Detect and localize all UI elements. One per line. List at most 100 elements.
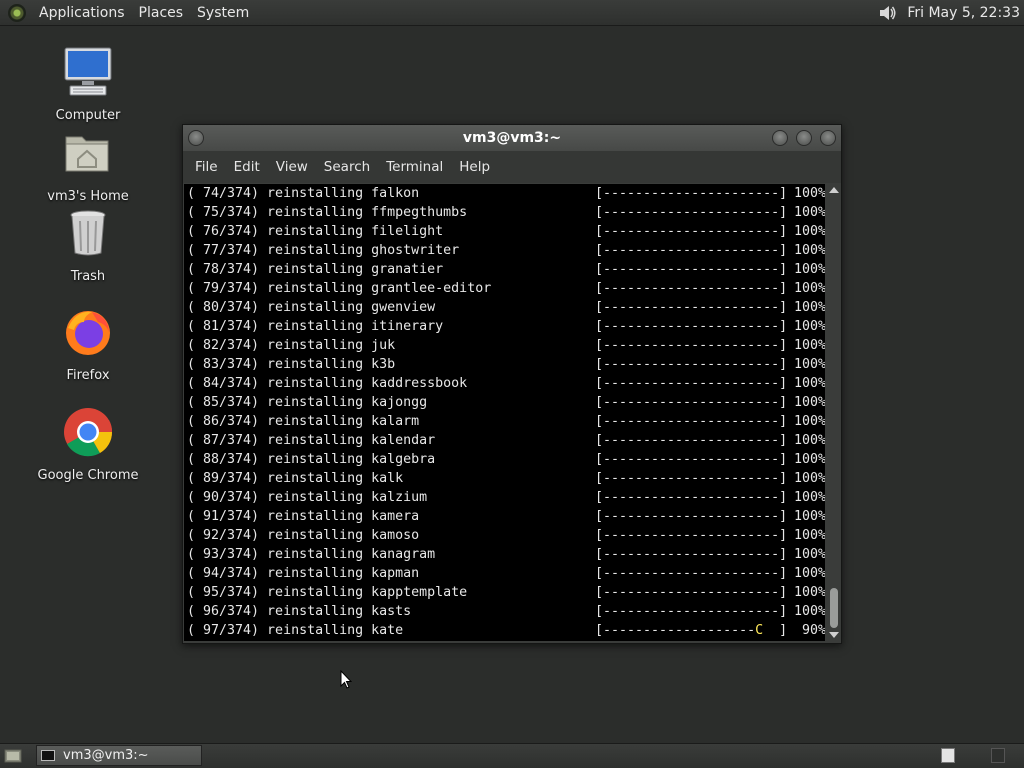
progress-bar-text: [----------------------]: [595, 338, 788, 353]
progress-bar-text: [----------------------]: [595, 357, 788, 372]
progress-bar-text: [----------------------]: [595, 490, 788, 505]
desktop-icon-chrome[interactable]: Google Chrome: [33, 406, 143, 483]
terminal-line: ( 78/374) reinstalling granatier [-------…: [184, 260, 825, 279]
terminal-line: ( 90/374) reinstalling kalzium [---------…: [184, 488, 825, 507]
progress-bar-text: [----------------------]: [595, 528, 788, 543]
menu-edit[interactable]: Edit: [226, 159, 268, 175]
menu-help[interactable]: Help: [451, 159, 498, 175]
progress-percent: 100%: [793, 433, 825, 448]
menu-terminal[interactable]: Terminal: [378, 159, 451, 175]
terminal-line: ( 94/374) reinstalling kapman [----------…: [184, 564, 825, 583]
clock[interactable]: Fri May 5, 22:33: [907, 5, 1020, 21]
speaker-icon[interactable]: [877, 3, 897, 23]
terminal-line-text: ( 90/374) reinstalling kalzium: [187, 490, 428, 505]
show-desktop-icon[interactable]: [4, 748, 22, 764]
progress-percent: 90%: [801, 623, 825, 638]
progress-percent: 100%: [793, 414, 825, 429]
terminal-line: ( 75/374) reinstalling ffmpegthumbs [----…: [184, 203, 825, 222]
terminal-menubar: File Edit View Search Terminal Help: [183, 151, 841, 183]
progress-bar-text: [----------------------]: [595, 566, 788, 581]
progress-bar-text: [----------------------]: [595, 547, 788, 562]
maximize-button[interactable]: [796, 130, 812, 146]
progress-percent: 100%: [793, 490, 825, 505]
terminal-line-text: ( 84/374) reinstalling kaddressbook: [187, 376, 468, 391]
progress-percent: 100%: [793, 471, 825, 486]
terminal-line: ( 95/374) reinstalling kapptemplate [----…: [184, 583, 825, 602]
scroll-up-arrow-icon[interactable]: [829, 187, 839, 193]
terminal-scrollbar[interactable]: [827, 184, 841, 641]
scroll-down-arrow-icon[interactable]: [829, 632, 839, 638]
progress-percent: 100%: [793, 395, 825, 410]
home-folder-icon: [65, 136, 109, 172]
progress-percent: 100%: [793, 547, 825, 562]
terminal-line-text: ( 95/374) reinstalling kapptemplate: [187, 585, 468, 600]
terminal-line-text: ( 91/374) reinstalling kamera: [187, 509, 420, 524]
menu-applications[interactable]: Applications: [32, 5, 132, 21]
top-panel: Applications Places System Fri May 5, 22…: [0, 0, 1024, 26]
workspace-2[interactable]: [991, 748, 1005, 763]
menu-file[interactable]: File: [187, 159, 226, 175]
terminal-line: ( 82/374) reinstalling juk [-------------…: [184, 336, 825, 355]
terminal-line: ( 79/374) reinstalling grantlee-editor [-…: [184, 279, 825, 298]
menu-system[interactable]: System: [190, 5, 256, 21]
menu-places[interactable]: Places: [132, 5, 191, 21]
menu-search[interactable]: Search: [316, 159, 378, 175]
terminal-line: ( 96/374) reinstalling kasts [-----------…: [184, 602, 825, 621]
progress-bar-text: [----------------------]: [595, 300, 788, 315]
menu-view[interactable]: View: [268, 159, 316, 175]
terminal-line: ( 85/374) reinstalling kajongg [---------…: [184, 393, 825, 412]
progress-bar-text: [----------------------]: [595, 414, 788, 429]
progress-percent: 100%: [793, 281, 825, 296]
progress-percent: 100%: [793, 262, 825, 277]
terminal-line-text: ( 93/374) reinstalling kanagram: [187, 547, 436, 562]
progress-percent: 100%: [793, 585, 825, 600]
progress-percent: 100%: [793, 186, 825, 201]
bottom-panel: vm3@vm3:~: [0, 743, 1024, 768]
progress-percent: 100%: [793, 509, 825, 524]
progress-percent: 100%: [793, 376, 825, 391]
distro-logo-icon[interactable]: [8, 3, 26, 22]
close-button[interactable]: [820, 130, 836, 146]
progress-cursor: C: [755, 623, 764, 638]
window-titlebar[interactable]: vm3@vm3:~: [183, 125, 841, 151]
progress-bar-text: [----------------------]: [595, 224, 788, 239]
workspace-1[interactable]: [941, 748, 955, 763]
terminal-icon: [41, 750, 55, 761]
window-title: vm3@vm3:~: [462, 130, 562, 146]
progress-bar-text: [-------------------C ]: [595, 623, 788, 638]
desktop-icon-firefox[interactable]: Firefox: [33, 306, 143, 383]
desktop-icon-label: Computer: [55, 108, 121, 123]
terminal-output[interactable]: ( 74/374) reinstalling falkon [----------…: [184, 184, 825, 641]
terminal-line-text: ( 83/374) reinstalling k3b: [187, 357, 396, 372]
desktop-icon-computer[interactable]: Computer: [33, 46, 143, 123]
terminal-line-text: ( 81/374) reinstalling itinerary: [187, 319, 444, 334]
progress-percent: 100%: [793, 452, 825, 467]
terminal-line-text: ( 78/374) reinstalling granatier: [187, 262, 444, 277]
progress-bar-text: [----------------------]: [595, 243, 788, 258]
terminal-line: ( 74/374) reinstalling falkon [----------…: [184, 184, 825, 203]
minimize-button[interactable]: [772, 130, 788, 146]
terminal-line-text: ( 87/374) reinstalling kalendar: [187, 433, 436, 448]
terminal-line-text: ( 79/374) reinstalling grantlee-editor: [187, 281, 492, 296]
mouse-pointer-icon: [340, 670, 352, 689]
terminal-line: ( 77/374) reinstalling ghostwriter [-----…: [184, 241, 825, 260]
progress-bar-text: [----------------------]: [595, 452, 788, 467]
progress-bar-text: [----------------------]: [595, 604, 788, 619]
progress-bar-text: [----------------------]: [595, 376, 788, 391]
desktop-icon-trash[interactable]: Trash: [33, 207, 143, 284]
terminal-line-text: ( 85/374) reinstalling kajongg: [187, 395, 428, 410]
taskbar-item-terminal[interactable]: vm3@vm3:~: [36, 745, 202, 766]
terminal-line: ( 86/374) reinstalling kalarm [----------…: [184, 412, 825, 431]
terminal-line: ( 76/374) reinstalling filelight [-------…: [184, 222, 825, 241]
progress-percent: 100%: [793, 243, 825, 258]
chrome-icon: [64, 408, 113, 457]
desktop-icon-label: Firefox: [66, 368, 110, 383]
scrollbar-thumb[interactable]: [830, 588, 838, 628]
desktop-icon-home[interactable]: vm3's Home: [33, 127, 143, 204]
progress-percent: 100%: [793, 205, 825, 220]
progress-bar-text: [----------------------]: [595, 205, 788, 220]
computer-icon: [64, 47, 112, 96]
desktop-icon-label: Google Chrome: [37, 468, 139, 483]
terminal-line-text: ( 94/374) reinstalling kapman: [187, 566, 420, 581]
window-menu-button[interactable]: [188, 130, 204, 146]
